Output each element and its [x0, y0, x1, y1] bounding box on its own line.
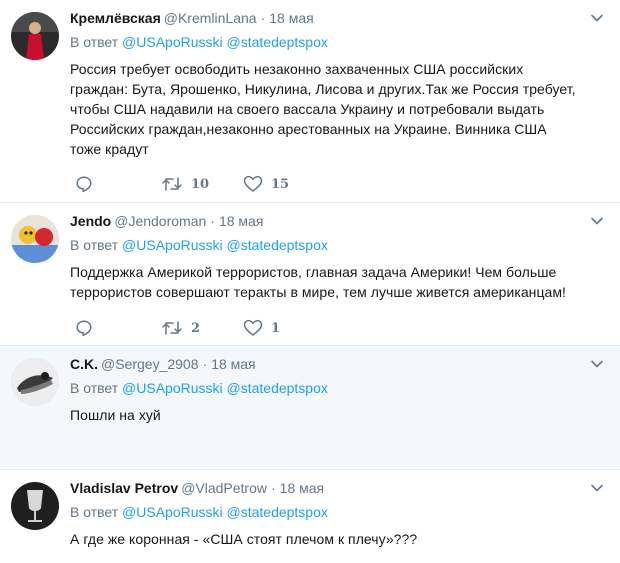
- author-name[interactable]: C.K.: [70, 356, 98, 372]
- mention-link[interactable]: @USApoRusski: [122, 504, 223, 520]
- avatar[interactable]: [11, 215, 59, 263]
- mention-link[interactable]: @USApoRusski: [122, 34, 223, 50]
- separator: ·: [270, 480, 276, 496]
- tweet-header: Jendo @Jendoroman · 18 мая: [70, 212, 580, 230]
- reply-button[interactable]: [75, 175, 161, 193]
- heart-icon: [243, 175, 263, 192]
- reply-prefix: В ответ: [70, 237, 119, 253]
- tweet-text: Пошли на хуй: [70, 407, 161, 423]
- author-handle[interactable]: @KremlinLana: [164, 10, 257, 26]
- tweet-header: Vladislav Petrov @VladPetrow · 18 мая: [70, 479, 580, 497]
- avatar[interactable]: [11, 358, 59, 406]
- tweet[interactable]: Jendo @Jendoroman · 18 мая В ответ @USApoRu…: [0, 203, 620, 346]
- reply-prefix: В ответ: [70, 34, 119, 50]
- author-name[interactable]: Кремлёвская: [70, 10, 161, 26]
- avatar[interactable]: [11, 482, 59, 530]
- tweet-text: Поддержка Америкой террористов, главная …: [70, 264, 566, 300]
- retweet-count: 2: [191, 320, 201, 336]
- chevron-down-icon[interactable]: [590, 11, 604, 25]
- reply-context: В ответ @USApoRusski @statedeptspox: [70, 33, 580, 51]
- avatar[interactable]: [11, 12, 59, 60]
- reply-prefix: В ответ: [70, 504, 119, 520]
- author-name[interactable]: Jendo: [70, 213, 111, 229]
- separator: ·: [260, 10, 266, 26]
- mention-link[interactable]: @USApoRusski: [122, 237, 223, 253]
- reply-context: В ответ @USApoRusski @statedeptspox: [70, 236, 580, 254]
- retweet-icon: [162, 177, 182, 191]
- tweet-text: Россия требует освободить незаконно захв…: [70, 61, 576, 157]
- reply-icon: [76, 176, 92, 192]
- tweet-actions: 10 15: [75, 174, 289, 194]
- separator: ·: [202, 356, 208, 372]
- chevron-down-icon[interactable]: [590, 214, 604, 228]
- reply-icon: [76, 320, 92, 336]
- timestamp[interactable]: 18 мая: [269, 10, 313, 26]
- tweet-actions: 2 1: [75, 318, 280, 338]
- tweet-header: C.K. @Sergey_2908 · 18 мая: [70, 355, 580, 373]
- separator: ·: [210, 213, 215, 229]
- like-count: 15: [271, 176, 290, 192]
- retweet-icon: [162, 321, 182, 335]
- mention-link[interactable]: @statedeptspox: [227, 34, 328, 50]
- like-button[interactable]: 15: [243, 175, 289, 193]
- author-name[interactable]: Vladislav Petrov: [70, 480, 178, 496]
- reply-context: В ответ @USApoRusski @statedeptspox: [70, 379, 580, 397]
- mention-link[interactable]: @statedeptspox: [227, 380, 328, 396]
- author-handle[interactable]: @Jendoroman: [114, 213, 206, 229]
- chevron-down-icon[interactable]: [590, 357, 604, 371]
- reply-button[interactable]: [75, 319, 161, 337]
- tweet[interactable]: C.K. @Sergey_2908 · 18 мая В ответ @USApoRu…: [0, 346, 620, 470]
- timestamp[interactable]: 18 мая: [280, 480, 324, 496]
- tweet[interactable]: Кремлёвская @KremlinLana · 18 мая В ответ @…: [0, 0, 620, 203]
- tweet[interactable]: Vladislav Petrov @VladPetrow · 18 мая В отв…: [0, 470, 620, 563]
- mention-link[interactable]: @statedeptspox: [227, 504, 328, 520]
- heart-icon: [243, 319, 263, 336]
- like-count: 1: [271, 320, 281, 336]
- author-handle[interactable]: @VladPetrow: [181, 480, 267, 496]
- mention-link[interactable]: @statedeptspox: [227, 237, 328, 253]
- reply-context: В ответ @USApoRusski @statedeptspox: [70, 503, 580, 521]
- reply-prefix: В ответ: [70, 380, 119, 396]
- tweet-header: Кремлёвская @KremlinLana · 18 мая: [70, 9, 580, 27]
- retweet-count: 10: [191, 176, 210, 192]
- chevron-down-icon[interactable]: [590, 481, 604, 495]
- mention-link[interactable]: @USApoRusski: [122, 380, 223, 396]
- timestamp[interactable]: 18 мая: [211, 356, 255, 372]
- author-handle[interactable]: @Sergey_2908: [101, 356, 199, 372]
- timestamp[interactable]: 18 мая: [219, 213, 263, 229]
- tweet-text: А где же коронная - «США стоят плечом к …: [70, 531, 418, 547]
- like-button[interactable]: 1: [243, 319, 280, 337]
- retweet-button[interactable]: 10: [161, 175, 243, 193]
- retweet-button[interactable]: 2: [161, 319, 243, 337]
